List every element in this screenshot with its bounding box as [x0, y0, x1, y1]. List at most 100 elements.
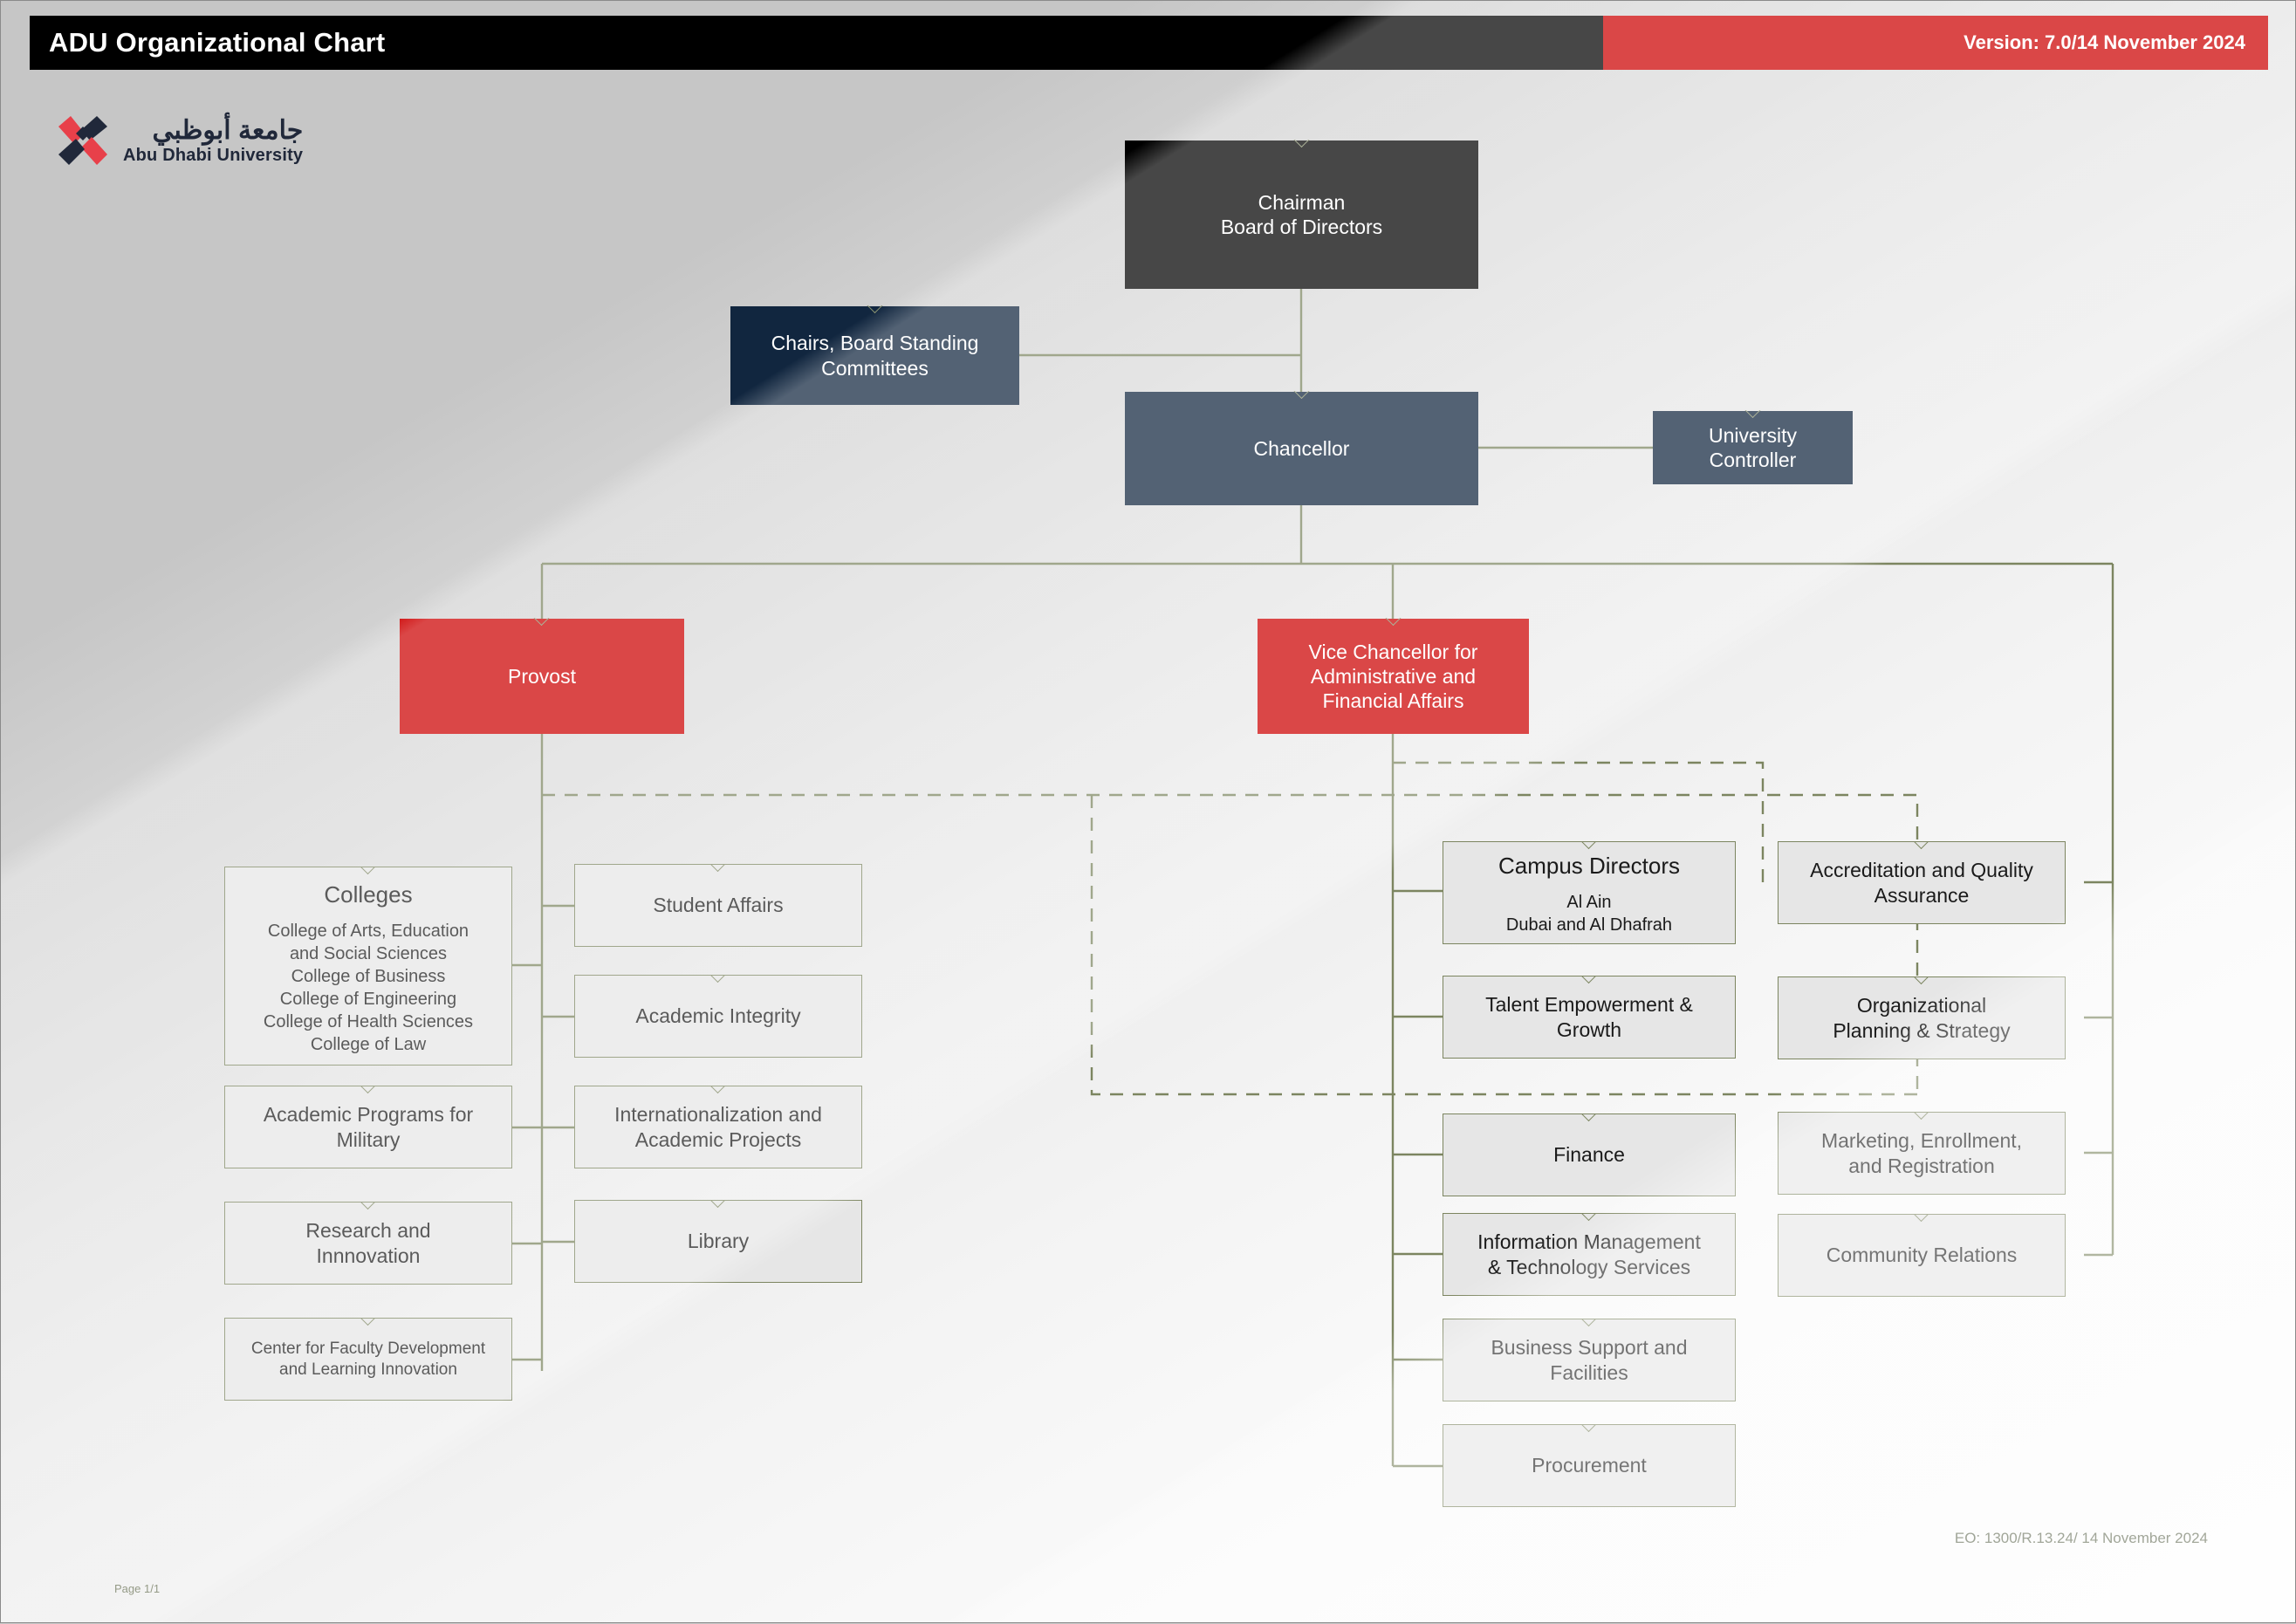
node-center-for-faculty-development[interactable]: Center for Faculty Development and Learn… — [224, 1318, 512, 1401]
notch-bottom — [533, 727, 551, 735]
node-student-affairs-line1: Student Affairs — [653, 894, 784, 917]
node-intl-line2: Academic Projects — [634, 1127, 802, 1151]
node-community-relations-line1: Community Relations — [1826, 1244, 2018, 1267]
node-talent-line2: Growth — [1556, 1018, 1622, 1041]
node-bsf-line1: Business Support and — [1491, 1336, 1688, 1360]
org-chart-page: ADU Organizational Chart Version: 7.0/14… — [0, 0, 2296, 1623]
eo-reference: EO: 1300/R.13.24/ 14 November 2024 — [1954, 1530, 2208, 1546]
node-cfd-line2: and Learning Innovation — [279, 1360, 457, 1379]
node-procurement-line1: Procurement — [1532, 1454, 1647, 1477]
node-campus-directors[interactable]: Campus Directors Al Ain Dubai and Al Dha… — [1443, 841, 1736, 944]
node-student-affairs[interactable]: Student Affairs — [574, 864, 862, 947]
node-provost-line1: Provost — [508, 664, 576, 688]
notch-top — [1913, 1112, 1930, 1120]
node-organizational-planning-strategy[interactable]: Organizational Planning & Strategy — [1778, 976, 2066, 1059]
notch-top — [1293, 391, 1311, 399]
node-talent-empowerment-growth[interactable]: Talent Empowerment & Growth — [1443, 976, 1736, 1059]
notch-top — [1580, 976, 1598, 983]
notch-bottom — [867, 398, 884, 406]
notch-top — [360, 1202, 377, 1209]
node-chancellor[interactable]: Chancellor — [1125, 392, 1478, 505]
node-research-and-innovation[interactable]: Research and Innnovation — [224, 1202, 512, 1285]
node-vice-chancellor-line2: Administrative and — [1310, 664, 1477, 688]
node-aqa-line1: Accreditation and Quality — [1810, 859, 2033, 882]
node-accreditation-quality-assurance[interactable]: Accreditation and Quality Assurance — [1778, 841, 2066, 924]
notch-bottom — [1580, 1189, 1598, 1196]
logo-wordmark: جامعة أبوظبي Abu Dhabi University — [123, 115, 304, 165]
node-chairs-line1: Chairs, Board Standing — [771, 332, 979, 355]
node-internationalization[interactable]: Internationalization and Academic Projec… — [574, 1086, 862, 1168]
node-community-relations[interactable]: Community Relations — [1778, 1214, 2066, 1297]
node-library[interactable]: Library — [574, 1200, 862, 1283]
notch-bottom — [1913, 1289, 1930, 1297]
node-business-support-facilities[interactable]: Business Support and Facilities — [1443, 1319, 1736, 1401]
notch-bottom — [1913, 1052, 1930, 1059]
notch-top — [1580, 1114, 1598, 1121]
node-cfd-line1: Center for Faculty Development — [250, 1340, 486, 1359]
logo-english-text: Abu Dhabi University — [123, 145, 304, 165]
notch-bottom — [1580, 1051, 1598, 1059]
adu-pinwheel-logo-icon — [55, 113, 111, 168]
notch-top — [533, 618, 551, 626]
node-provost[interactable]: Provost — [400, 619, 684, 734]
node-finance[interactable]: Finance — [1443, 1114, 1736, 1196]
notch-bottom — [709, 1161, 727, 1168]
notch-bottom — [1580, 1499, 1598, 1507]
node-marketing-enrollment-registration[interactable]: Marketing, Enrollment, and Registration — [1778, 1112, 2066, 1195]
notch-bottom — [709, 1050, 727, 1058]
node-campus-directors-title: Campus Directors — [1498, 853, 1681, 879]
notch-top — [1580, 841, 1598, 849]
node-colleges-title: Colleges — [324, 881, 413, 908]
notch-bottom — [709, 1275, 727, 1283]
node-library-line1: Library — [687, 1230, 750, 1253]
node-intl-line1: Internationalization and — [614, 1103, 822, 1127]
notch-bottom — [360, 1393, 377, 1401]
logo-arabic-text: جامعة أبوظبي — [152, 115, 304, 145]
node-apm-line1: Academic Programs for — [263, 1103, 474, 1127]
notch-top — [1744, 410, 1762, 418]
notch-top — [360, 1318, 377, 1326]
notch-bottom — [1293, 498, 1311, 506]
notch-bottom — [1744, 477, 1762, 485]
notch-top — [360, 1086, 377, 1093]
notch-top — [867, 305, 884, 313]
header-title-block: ADU Organizational Chart — [30, 16, 1603, 70]
notch-bottom — [360, 1058, 377, 1066]
notch-top — [360, 867, 377, 874]
node-apm-line2: Military — [336, 1127, 401, 1151]
node-chairs-board-standing-committees[interactable]: Chairs, Board Standing Committees — [730, 306, 1019, 405]
colleges-item: and Social Sciences — [289, 944, 448, 963]
node-chancellor-line1: Chancellor — [1253, 436, 1350, 460]
header-bar: ADU Organizational Chart Version: 7.0/14… — [30, 16, 2268, 70]
node-vice-chancellor-line3: Financial Affairs — [1322, 689, 1464, 713]
node-procurement[interactable]: Procurement — [1443, 1424, 1736, 1507]
node-university-controller-line2: Controller — [1709, 449, 1797, 471]
notch-bottom — [709, 939, 727, 947]
node-vice-chancellor[interactable]: Vice Chancellor for Administrative and F… — [1258, 619, 1529, 734]
notch-bottom — [360, 1277, 377, 1285]
notch-top — [1580, 1424, 1598, 1432]
notch-bottom — [1913, 916, 1930, 924]
node-academic-integrity[interactable]: Academic Integrity — [574, 975, 862, 1058]
node-ops-line1: Organizational — [1856, 994, 1987, 1018]
node-colleges[interactable]: Colleges College of Arts, Education and … — [224, 867, 512, 1066]
node-im-line2: & Technology Services — [1487, 1255, 1691, 1278]
notch-top — [1913, 1214, 1930, 1222]
node-research-line1: Research and — [305, 1219, 431, 1243]
node-academic-programs-for-military[interactable]: Academic Programs for Military — [224, 1086, 512, 1168]
node-chairman[interactable]: Chairman Board of Directors — [1125, 140, 1478, 289]
campus-item: Dubai and Al Dhafrah — [1505, 915, 1673, 935]
notch-top — [709, 1086, 727, 1093]
node-finance-line1: Finance — [1553, 1143, 1625, 1167]
notch-bottom — [1580, 1288, 1598, 1296]
notch-top — [709, 975, 727, 983]
node-chairman-line2: Board of Directors — [1220, 216, 1383, 238]
node-university-controller[interactable]: University Controller — [1653, 411, 1853, 484]
page-title: ADU Organizational Chart — [49, 27, 386, 58]
colleges-item: College of Business — [291, 967, 446, 986]
adu-logo: جامعة أبوظبي Abu Dhabi University — [55, 113, 303, 168]
node-bsf-line2: Facilities — [1550, 1360, 1628, 1384]
page-number: Page 1/1 — [114, 1582, 161, 1595]
node-information-management[interactable]: Information Management & Technology Serv… — [1443, 1213, 1736, 1296]
node-talent-line1: Talent Empowerment & — [1485, 993, 1693, 1017]
